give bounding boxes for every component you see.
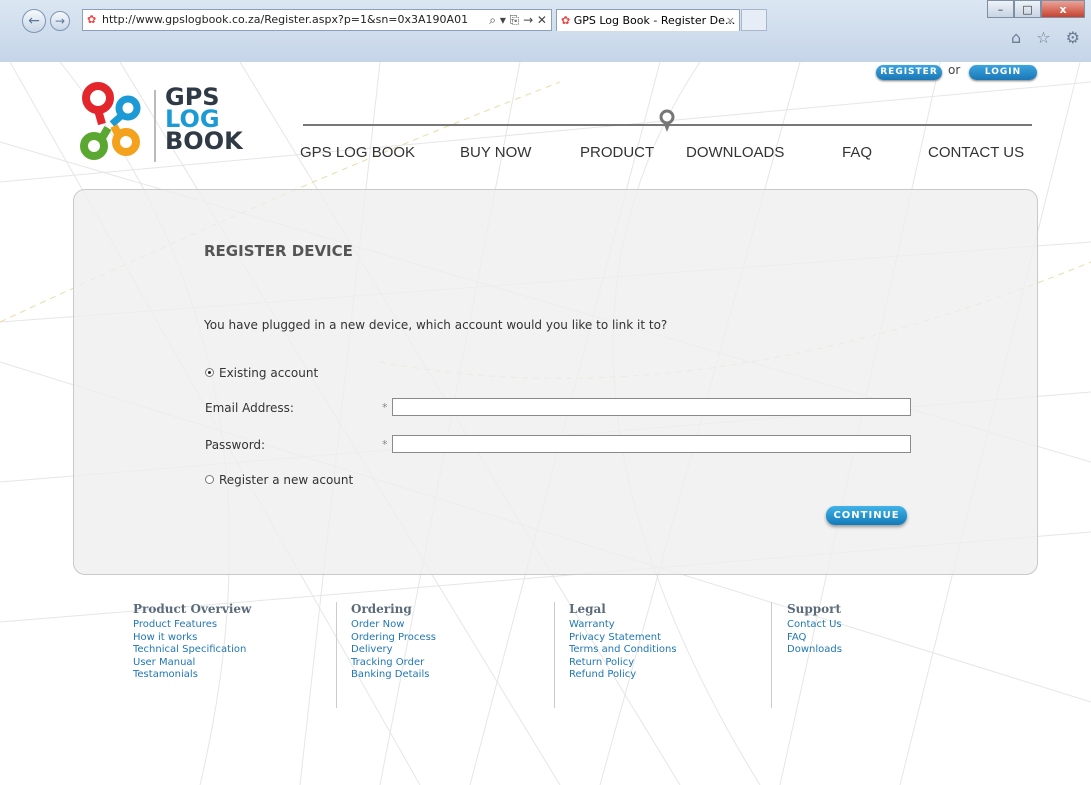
back-button[interactable]: ← bbox=[22, 9, 46, 33]
address-url[interactable]: http://www.gpslogbook.co.za/Register.asp… bbox=[102, 10, 468, 30]
password-label: Password: bbox=[205, 438, 266, 452]
email-required-mark: * bbox=[382, 401, 388, 414]
back-arrow-icon: ← bbox=[28, 13, 40, 29]
site-favicon-icon: ✿ bbox=[87, 13, 97, 26]
footer-col-ordering: Ordering Order Now Ordering Process Deli… bbox=[351, 602, 436, 682]
email-label: Email Address: bbox=[205, 401, 294, 415]
address-tools-icons[interactable]: ⌕ ▾ ⎘ → ✕ bbox=[489, 10, 547, 30]
register-or-text: or bbox=[948, 63, 961, 77]
toolbar-icons[interactable]: ⌂ ☆ ⚙ bbox=[1011, 28, 1085, 47]
footer-divider bbox=[554, 602, 555, 708]
logo-line-book: BOOK bbox=[165, 127, 243, 155]
close-window-button[interactable]: x bbox=[1041, 0, 1085, 18]
maximize-button[interactable]: □ bbox=[1014, 0, 1041, 18]
logo-divider bbox=[154, 90, 156, 162]
footer-link[interactable]: Ordering Process bbox=[351, 632, 436, 645]
footer-divider bbox=[771, 602, 772, 708]
footer-link[interactable]: Warranty bbox=[569, 619, 677, 632]
footer-link[interactable]: Tracking Order bbox=[351, 657, 436, 670]
link-device-prompt: You have plugged in a new device, which … bbox=[204, 318, 668, 332]
minimize-button[interactable]: – bbox=[987, 0, 1014, 18]
nav-contact-us[interactable]: CONTACT US bbox=[928, 144, 1024, 161]
login-button[interactable]: LOGIN bbox=[969, 65, 1037, 80]
footer-link[interactable]: Testamonials bbox=[133, 669, 251, 682]
forward-arrow-icon: → bbox=[54, 14, 66, 28]
footer-col-legal: Legal Warranty Privacy Statement Terms a… bbox=[569, 602, 677, 682]
footer-link[interactable]: FAQ bbox=[787, 632, 842, 645]
footer-link[interactable]: Product Features bbox=[133, 619, 251, 632]
footer-heading: Product Overview bbox=[133, 602, 252, 616]
footer-link[interactable]: User Manual bbox=[133, 657, 251, 670]
footer-link[interactable]: Contact Us bbox=[787, 619, 842, 632]
footer-link[interactable]: Return Policy bbox=[569, 657, 677, 670]
footer-heading: Legal bbox=[569, 602, 606, 616]
footer-link[interactable]: Terms and Conditions bbox=[569, 644, 677, 657]
nav-buy-now[interactable]: BUY NOW bbox=[460, 144, 531, 161]
footer-heading: Support bbox=[787, 602, 842, 616]
nav-gps-log-book[interactable]: GPS LOG BOOK bbox=[300, 144, 415, 161]
footer-link[interactable]: Privacy Statement bbox=[569, 632, 677, 645]
existing-account-radio[interactable] bbox=[205, 368, 214, 377]
map-pin-icon bbox=[659, 109, 675, 132]
page-title: REGISTER DEVICE bbox=[204, 242, 353, 260]
tab-close-icon[interactable]: × bbox=[726, 10, 735, 31]
footer-link[interactable]: Delivery bbox=[351, 644, 436, 657]
nav-faq[interactable]: FAQ bbox=[842, 144, 872, 161]
nav-product[interactable]: PRODUCT bbox=[580, 144, 654, 161]
email-field[interactable] bbox=[392, 398, 911, 416]
existing-account-label[interactable]: Existing account bbox=[219, 366, 318, 380]
footer-col-product-overview: Product Overview Product Features How it… bbox=[133, 602, 251, 682]
footer-divider bbox=[336, 602, 337, 708]
logo-text: GPS LOG BOOK bbox=[165, 85, 243, 155]
window-controls: – □ x bbox=[987, 0, 1085, 20]
register-button[interactable]: REGISTER bbox=[876, 65, 942, 80]
footer-link[interactable]: How it works bbox=[133, 632, 251, 645]
tab-title: GPS Log Book - Register De... bbox=[573, 14, 736, 27]
footer-heading: Ordering bbox=[351, 602, 412, 616]
footer-link[interactable]: Order Now bbox=[351, 619, 436, 632]
footer-link[interactable]: Banking Details bbox=[351, 669, 436, 682]
new-account-label[interactable]: Register a new acount bbox=[219, 473, 353, 487]
nav-downloads[interactable]: DOWNLOADS bbox=[686, 144, 784, 161]
password-required-mark: * bbox=[382, 438, 388, 451]
browser-chrome: ← → ✿ http://www.gpslogbook.co.za/Registe… bbox=[0, 0, 1091, 63]
tab-favicon-icon: ✿ bbox=[561, 14, 571, 27]
address-bar[interactable]: ✿ http://www.gpslogbook.co.za/Register.as… bbox=[82, 9, 552, 31]
footer-link[interactable]: Downloads bbox=[787, 644, 842, 657]
footer-link[interactable]: Technical Specification bbox=[133, 644, 251, 657]
footer-col-support: Support Contact Us FAQ Downloads bbox=[787, 602, 842, 657]
continue-button[interactable]: CONTINUE bbox=[826, 506, 907, 525]
browser-tab[interactable]: ✿ GPS Log Book - Register De... × bbox=[556, 9, 740, 31]
password-field[interactable] bbox=[392, 435, 911, 453]
new-tab-button[interactable] bbox=[741, 9, 767, 31]
footer-link[interactable]: Refund Policy bbox=[569, 669, 677, 682]
web-page: REGISTER or LOGIN GPS LOG BOOK GPS LOG B… bbox=[0, 62, 1091, 785]
forward-button[interactable]: → bbox=[50, 11, 70, 31]
new-account-radio[interactable] bbox=[205, 475, 214, 484]
